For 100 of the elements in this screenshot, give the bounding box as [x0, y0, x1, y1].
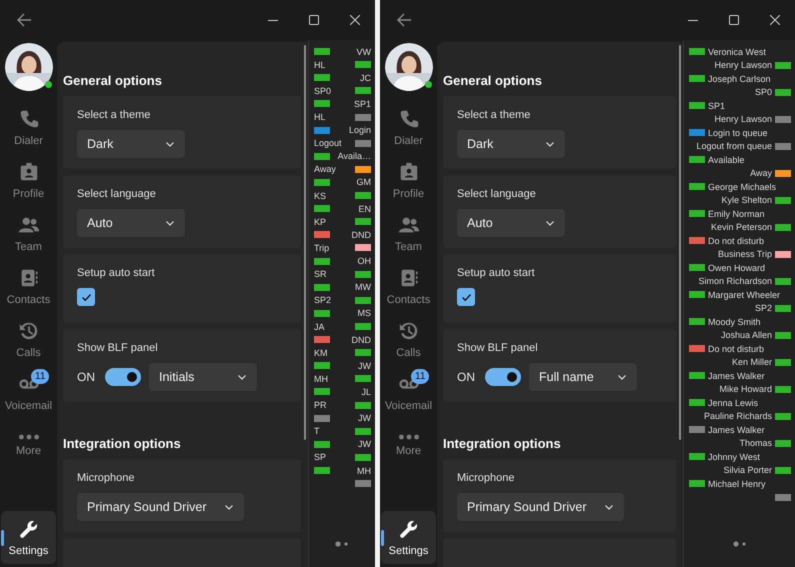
contact-name[interactable]: Owen Howard	[708, 262, 766, 273]
contact-name[interactable]: Login to queue	[708, 128, 768, 138]
contact-name[interactable]: James Walker	[708, 424, 765, 435]
contact-name[interactable]: Kyle Shelton	[721, 195, 772, 206]
dropdown[interactable]: Full name	[529, 363, 637, 391]
contact-name[interactable]: KP	[314, 216, 326, 227]
contact-name[interactable]: Mike Howard	[719, 384, 772, 394]
contact-name[interactable]: Margaret Wheeler	[708, 290, 780, 300]
contact-name[interactable]: KS	[314, 190, 326, 201]
contact-name[interactable]: Logout from queue	[696, 141, 772, 152]
checkbox[interactable]	[457, 288, 475, 306]
contact-name[interactable]: Ken Miller	[732, 357, 772, 368]
contact-name[interactable]: Joshua Allen	[720, 330, 772, 340]
contact-name[interactable]: KM	[314, 348, 328, 358]
contact-name[interactable]: SP0	[754, 87, 772, 98]
contact-name[interactable]: Moody Smith	[708, 316, 761, 327]
nav-item[interactable]: Calls	[1, 313, 56, 366]
nav-item[interactable]: Settings	[381, 511, 436, 564]
dropdown[interactable]: Primary Sound Driver	[457, 493, 624, 521]
contact-name[interactable]: SP1	[354, 98, 371, 109]
nav-item[interactable]: Voicemail 11	[1, 366, 56, 419]
contact-name[interactable]: George Michaels	[708, 182, 776, 192]
contact-name[interactable]: Logout	[314, 138, 342, 148]
contact-name[interactable]: SP	[314, 452, 326, 462]
scrollbar[interactable]	[679, 45, 681, 440]
contact-name[interactable]: James Walker	[708, 370, 765, 381]
dropdown[interactable]: Auto	[77, 209, 185, 237]
contact-name[interactable]: Available	[708, 154, 744, 165]
contact-name[interactable]: Trip	[314, 242, 330, 253]
nav-item[interactable]: Settings	[1, 511, 56, 564]
contact-name[interactable]: SP2	[314, 295, 332, 306]
nav-item[interactable]: Contacts	[1, 260, 56, 313]
contact-name[interactable]: Johnny West	[708, 452, 760, 462]
contact-name[interactable]: Pauline Richards	[704, 411, 772, 422]
nav-item[interactable]: Profile	[1, 154, 56, 207]
nav-item[interactable]: Voicemail 11	[381, 366, 436, 419]
contact-name[interactable]: Login	[348, 125, 371, 136]
contact-name[interactable]: PR	[314, 400, 327, 410]
contact-name[interactable]: JA	[314, 322, 325, 332]
nav-item[interactable]: More	[381, 419, 436, 472]
contact-name[interactable]: Jenna Lewis	[708, 398, 758, 408]
contact-name[interactable]: HL	[314, 112, 326, 122]
contact-name[interactable]: GM	[356, 177, 371, 188]
contact-name[interactable]: Emily Norman	[708, 208, 765, 219]
contact-name[interactable]: VW	[356, 46, 371, 57]
contact-name[interactable]: Away	[750, 168, 772, 178]
nav-item[interactable]: More	[1, 419, 56, 472]
page-dots-icon[interactable]	[732, 541, 746, 547]
contact-name[interactable]: MW	[355, 282, 371, 292]
nav-item[interactable]: Calls	[381, 313, 436, 366]
contact-name[interactable]: MH	[314, 374, 328, 384]
contact-name[interactable]: JW	[358, 439, 371, 450]
contact-name[interactable]: Do not disturb	[708, 344, 764, 354]
contact-name[interactable]: Availa…	[338, 151, 371, 162]
contact-name[interactable]: HL	[314, 60, 326, 70]
contact-name[interactable]: Michael Henry	[708, 478, 766, 489]
contact-name[interactable]: JW	[358, 360, 371, 371]
contact-name[interactable]: Henry Lawson	[714, 60, 772, 70]
dropdown[interactable]: Auto	[457, 209, 565, 237]
nav-item[interactable]: Contacts	[381, 260, 436, 313]
contact-name[interactable]: JL	[361, 386, 371, 397]
contact-name[interactable]: OH	[358, 256, 371, 266]
contact-name[interactable]: SR	[314, 269, 327, 280]
dropdown[interactable]: Primary Sound Driver	[77, 493, 244, 521]
nav-item[interactable]: Profile	[381, 154, 436, 207]
contact-name[interactable]: SP0	[314, 86, 332, 96]
contact-name[interactable]: SP1	[708, 100, 726, 111]
contact-name[interactable]: T	[314, 426, 320, 436]
contact-name[interactable]: Veronica West	[708, 46, 766, 57]
contact-name[interactable]: MH	[357, 466, 371, 476]
contact-name[interactable]: Away	[314, 164, 336, 174]
checkbox[interactable]	[77, 288, 95, 306]
nav-item[interactable]: Dialer	[1, 101, 56, 154]
contact-name[interactable]: Do not disturb	[708, 236, 764, 246]
dropdown[interactable]: Initials	[149, 363, 257, 391]
dropdown[interactable]: Dark	[457, 130, 565, 158]
contact-name[interactable]: Kevin Peterson	[710, 222, 772, 232]
back-arrow-icon[interactable]	[16, 12, 32, 28]
toggle-switch[interactable]	[105, 368, 141, 386]
contact-name[interactable]: Business Trip	[718, 249, 772, 260]
nav-item[interactable]: Team	[1, 207, 56, 260]
dropdown[interactable]: Dark	[77, 130, 185, 158]
contact-name[interactable]: Thomas	[739, 438, 772, 448]
contact-name[interactable]: MS	[358, 308, 371, 318]
contact-name[interactable]: Silvia Porter	[723, 465, 772, 476]
contact-name[interactable]: DND	[352, 334, 371, 345]
contact-name[interactable]: Henry Lawson	[714, 114, 772, 124]
contact-name[interactable]: SP2	[754, 303, 772, 314]
back-arrow-icon[interactable]	[396, 12, 412, 28]
scrollbar[interactable]	[304, 45, 306, 440]
page-dots-icon[interactable]	[335, 541, 349, 547]
nav-item[interactable]: Team	[381, 207, 436, 260]
contact-name[interactable]: DND	[352, 230, 371, 240]
contact-name[interactable]: EN	[358, 204, 371, 214]
contact-name[interactable]: Simon Richardson	[698, 276, 772, 286]
toggle-switch[interactable]	[485, 368, 521, 386]
nav-item[interactable]: Dialer	[381, 101, 436, 154]
contact-name[interactable]: JW	[358, 413, 371, 424]
contact-name[interactable]: Joseph Carlson	[708, 74, 771, 84]
contact-name[interactable]: JC	[360, 72, 371, 83]
